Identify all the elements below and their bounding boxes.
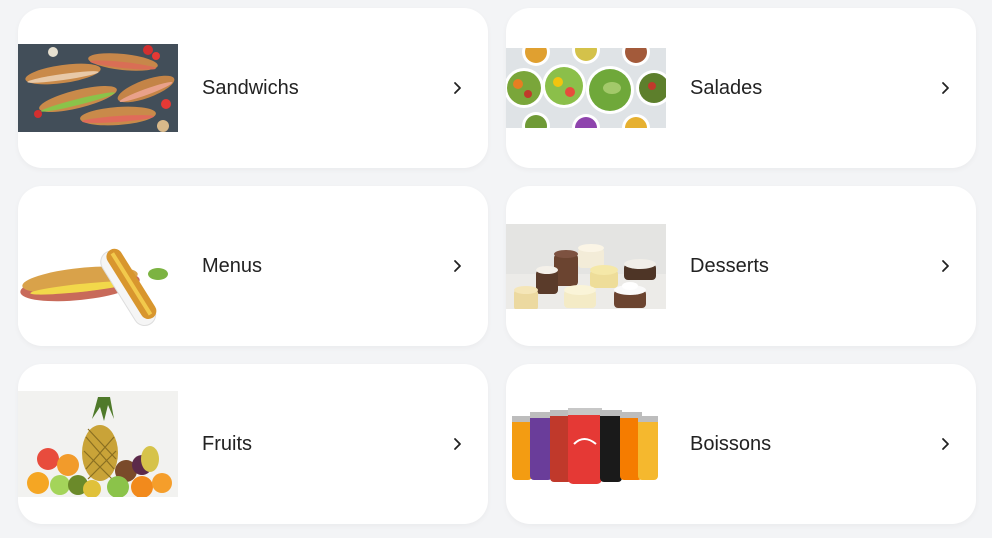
chevron-right-icon <box>448 256 468 276</box>
category-label: Menus <box>202 255 263 277</box>
category-grid: Sandwichs Salades Menus Desserts Fruits … <box>0 0 992 538</box>
category-label: Fruits <box>202 433 252 455</box>
category-card-salades[interactable]: Salades <box>506 8 976 168</box>
chevron-right-icon <box>936 78 956 98</box>
salads-image <box>506 48 666 128</box>
chevron-right-icon <box>448 434 468 454</box>
category-label: Sandwichs <box>202 77 299 99</box>
chevron-right-icon <box>936 256 956 276</box>
category-card-menus[interactable]: Menus <box>18 186 488 346</box>
drinks-image <box>506 408 666 488</box>
menu-sandwich-image <box>18 242 178 330</box>
category-card-desserts[interactable]: Desserts <box>506 186 976 346</box>
category-card-boissons[interactable]: Boissons <box>506 364 976 524</box>
desserts-image <box>506 223 666 309</box>
category-card-sandwichs[interactable]: Sandwichs <box>18 8 488 168</box>
category-label: Boissons <box>690 433 772 455</box>
chevron-right-icon <box>448 78 468 98</box>
category-label: Desserts <box>690 255 769 277</box>
fruits-image <box>18 391 178 497</box>
sandwiches-image <box>18 44 178 132</box>
chevron-right-icon <box>936 434 956 454</box>
category-label: Salades <box>690 77 763 99</box>
category-card-fruits[interactable]: Fruits <box>18 364 488 524</box>
